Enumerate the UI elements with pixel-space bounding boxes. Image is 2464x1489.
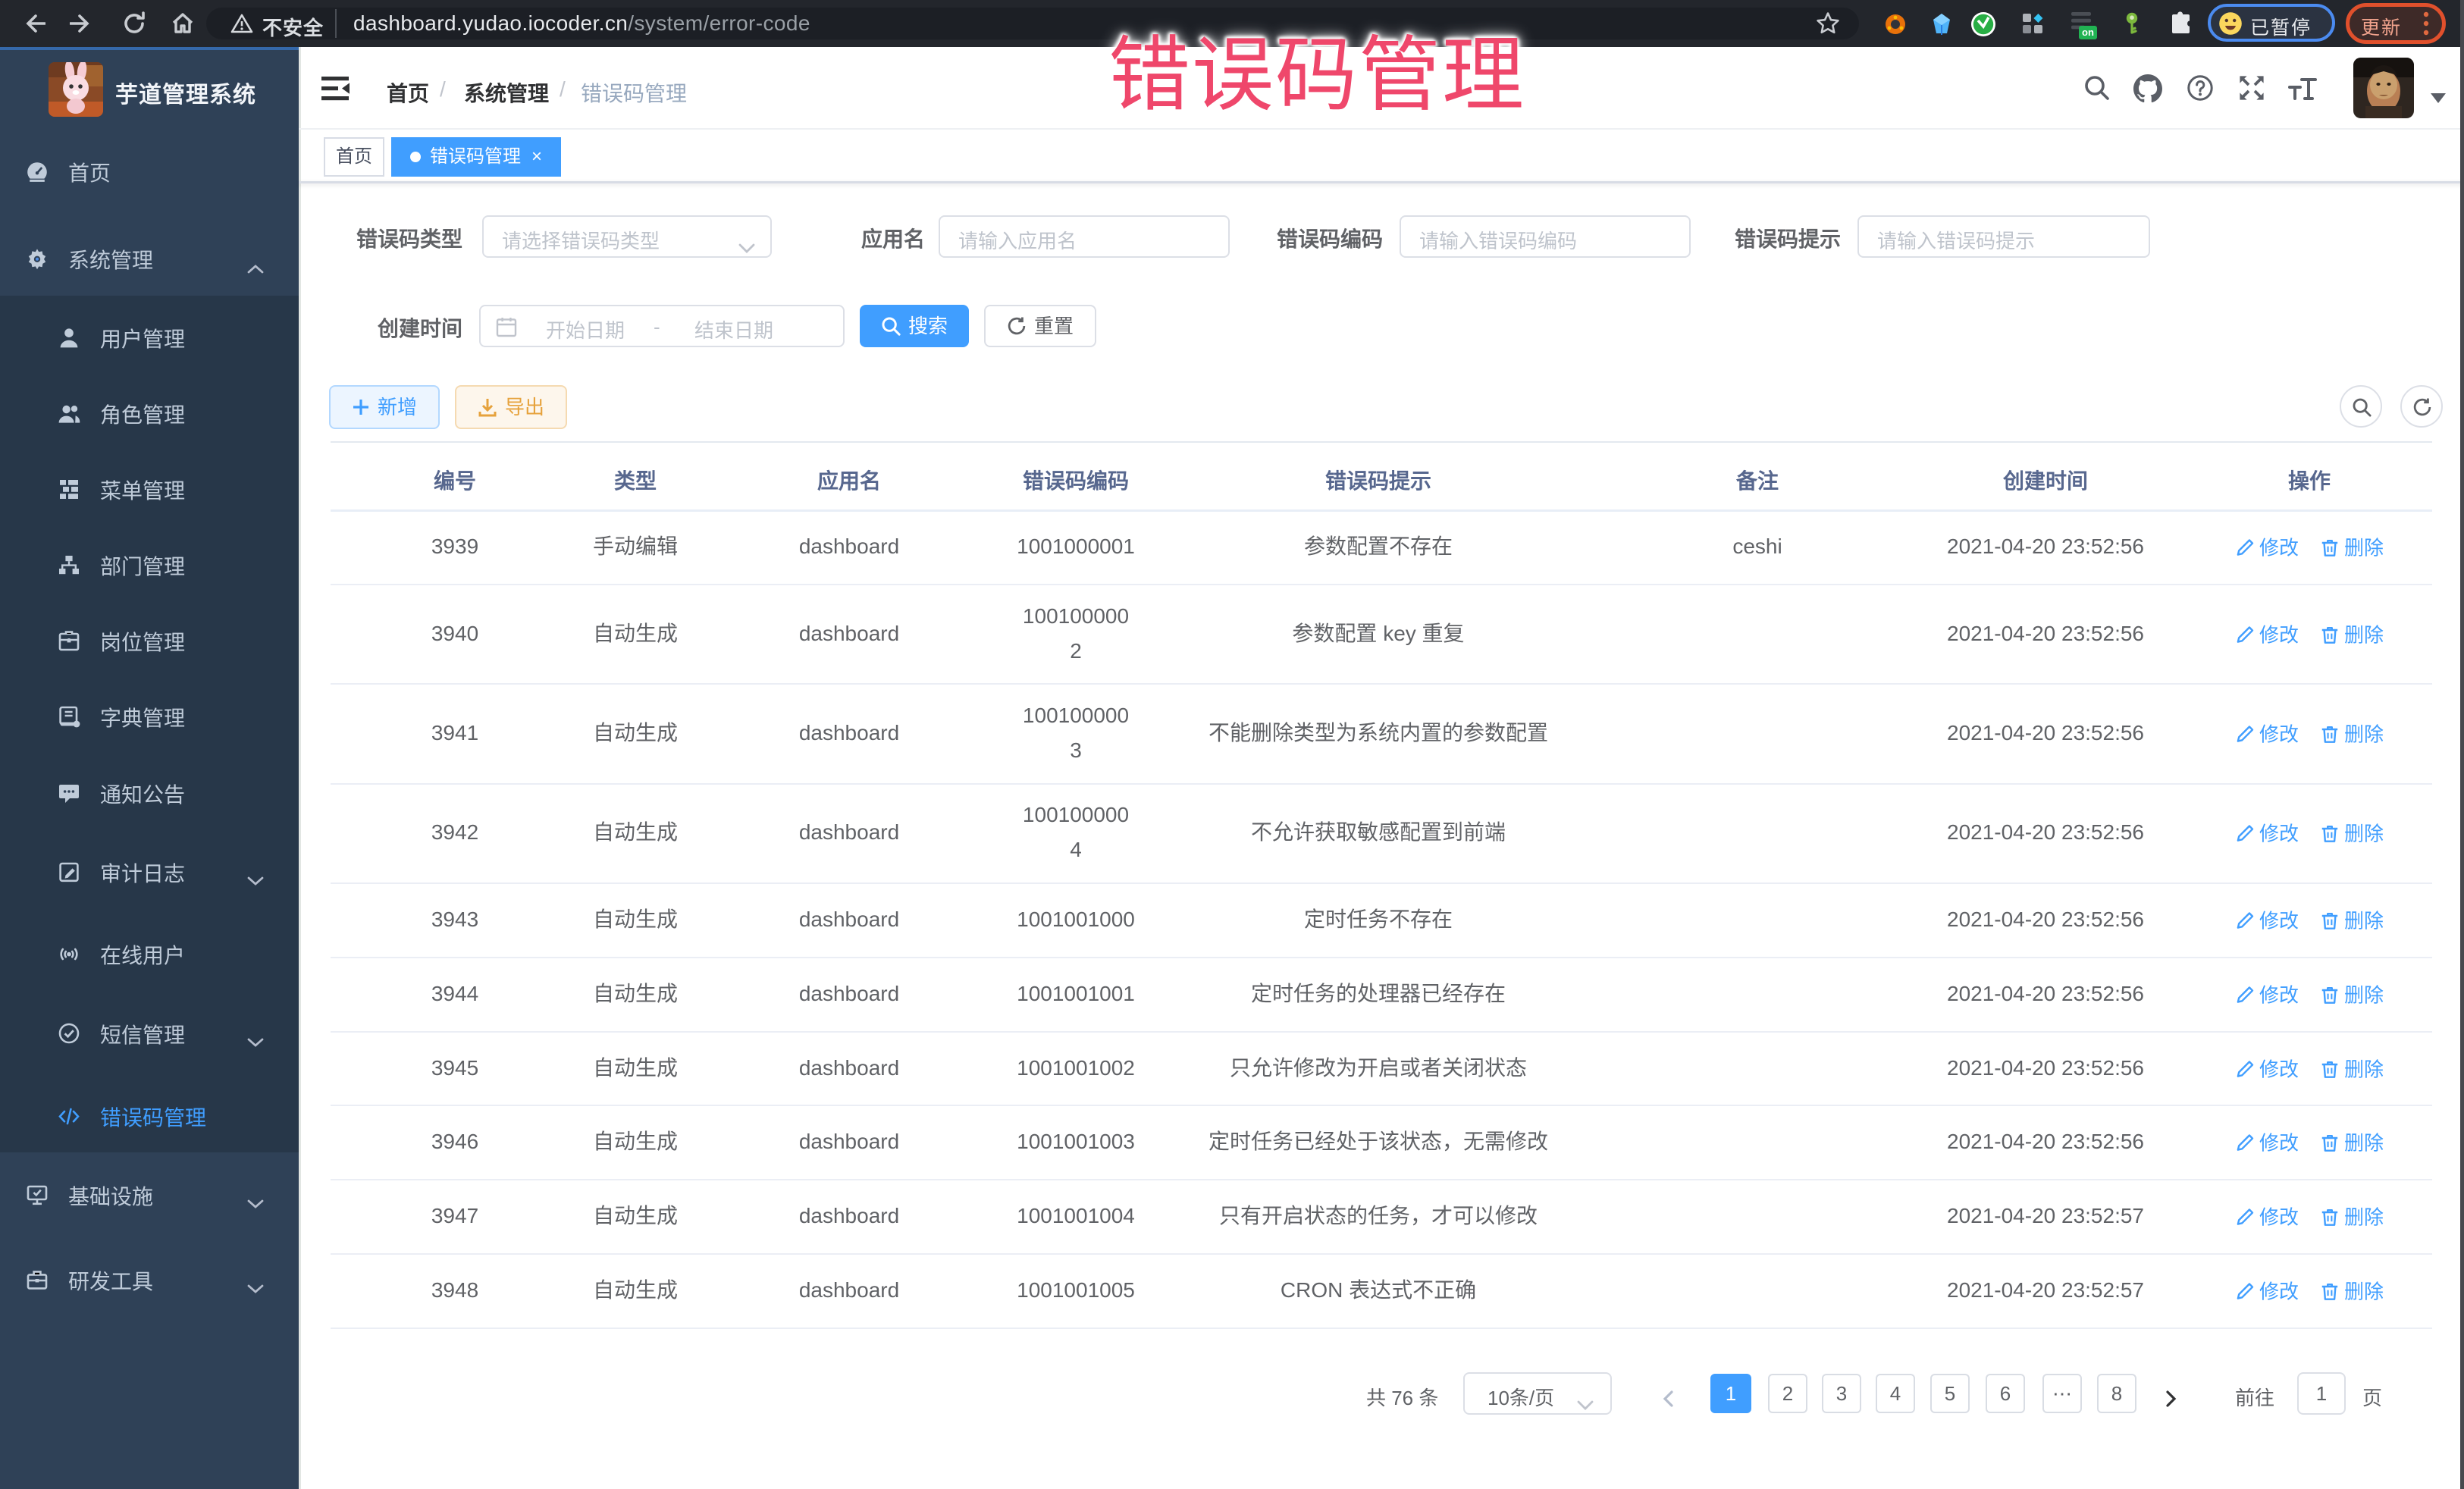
svg-text:on: on <box>2082 27 2094 38</box>
